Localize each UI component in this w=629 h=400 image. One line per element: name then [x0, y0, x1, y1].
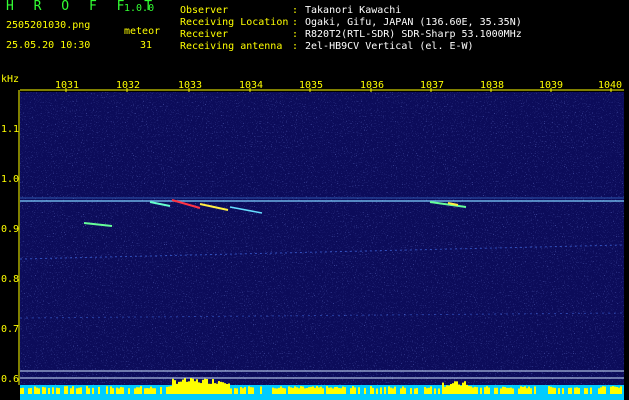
x-tick-label: 1035: [298, 80, 324, 91]
spectrogram-noise: [20, 92, 624, 385]
x-tick-label: 1033: [177, 80, 203, 91]
y-tick-label: 0.7: [1, 324, 20, 335]
y-tick-label: 1.1: [1, 124, 20, 135]
y-tick-label: 1.0: [1, 174, 20, 185]
x-tick-label: 1039: [538, 80, 564, 91]
y-tick-label: 0.6: [1, 374, 20, 385]
x-tick-label: 1038: [479, 80, 505, 91]
y-axis-unit: kHz: [1, 74, 20, 85]
spectrogram: [18, 88, 625, 400]
x-tick-label: 1034: [238, 80, 264, 91]
hrofft-window: H R O F F T 1.0.0 2505201030.png 25.05.2…: [0, 0, 629, 400]
x-tick-label: 1037: [419, 80, 445, 91]
y-tick-label: 0.9: [1, 224, 20, 235]
x-tick-label: 1040: [597, 80, 623, 91]
y-tick-label: 0.8: [1, 274, 20, 285]
x-tick-label: 1032: [115, 80, 141, 91]
x-tick-label: 1036: [359, 80, 385, 91]
x-tick-label: 1031: [54, 80, 80, 91]
